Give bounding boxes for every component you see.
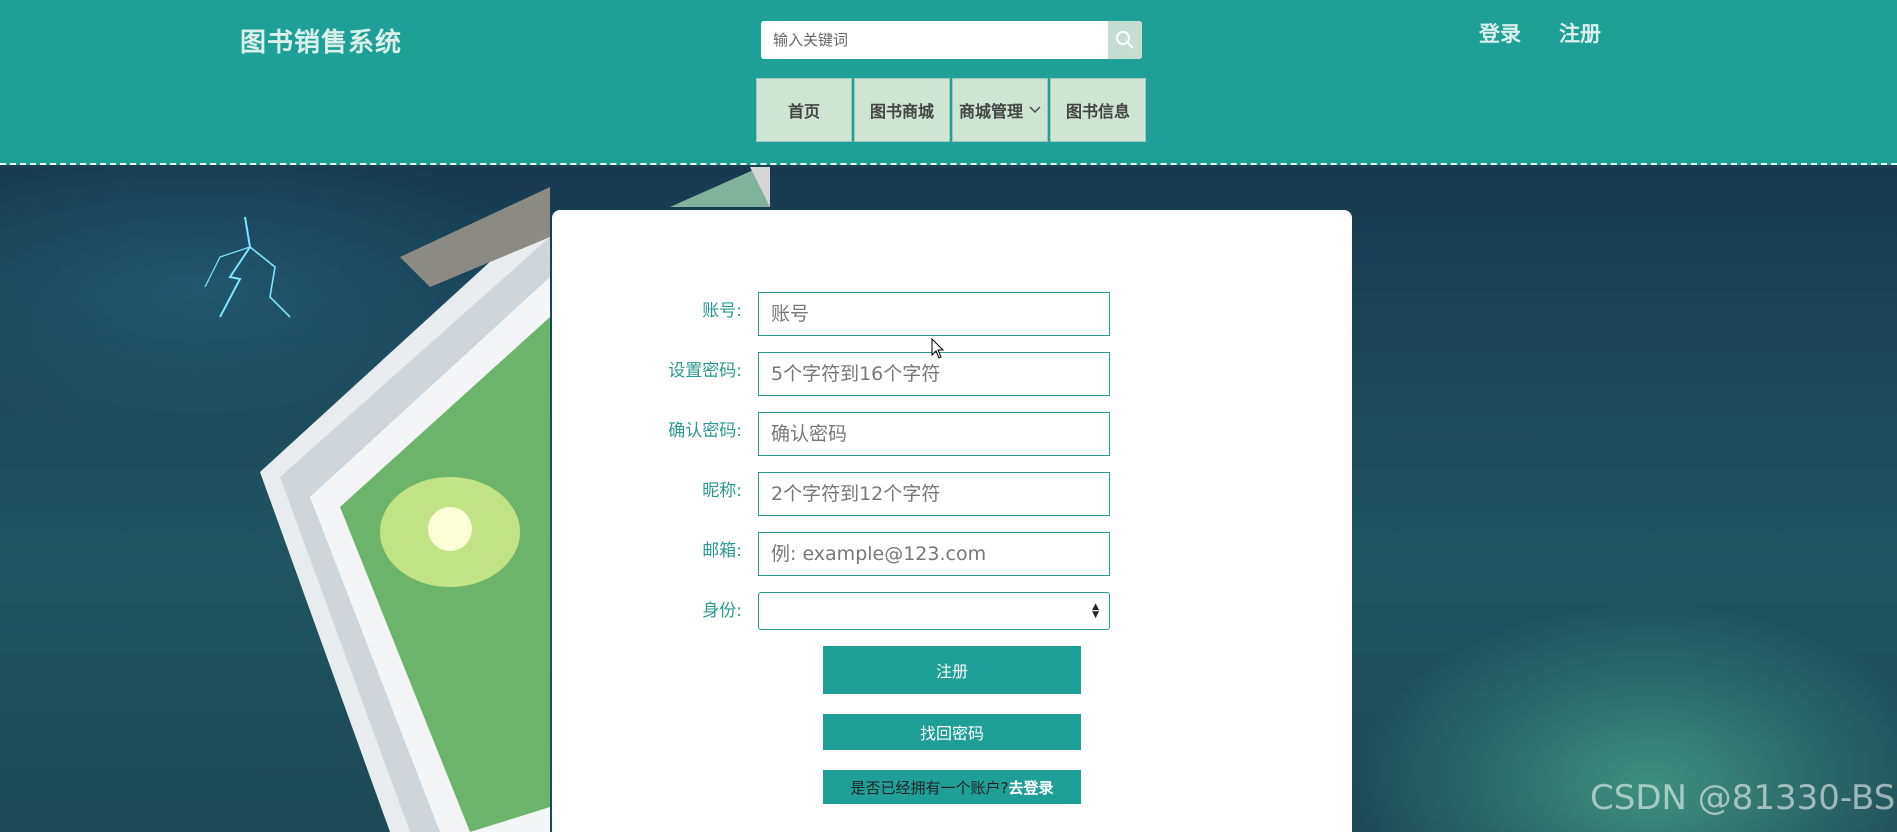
watermark: CSDN @81330-BS	[1590, 778, 1896, 818]
site-title[interactable]: 图书销售系统	[240, 22, 402, 59]
nav-book-info-label: 图书信息	[1065, 102, 1130, 121]
account-label: 账号:	[702, 301, 742, 321]
password-label: 设置密码:	[668, 361, 742, 381]
confirm-password-input[interactable]	[758, 412, 1110, 456]
role-select[interactable]: ▲ ▼	[758, 592, 1110, 630]
role-label: 身份:	[702, 601, 742, 621]
go-login-button[interactable]: 是否已经拥有一个账户? 去登录	[823, 770, 1081, 804]
go-login-link[interactable]: 去登录	[1008, 777, 1053, 798]
nav-mall-management[interactable]: 商城管理	[952, 78, 1048, 142]
nav-home-label: 首页	[787, 102, 820, 121]
select-arrows-icon: ▲ ▼	[1092, 602, 1099, 620]
search-box	[761, 21, 1142, 59]
login-link[interactable]: 登录	[1479, 18, 1521, 48]
search-input[interactable]	[761, 21, 1109, 59]
chevron-down-icon	[1029, 106, 1041, 113]
search-button[interactable]	[1108, 21, 1142, 59]
nickname-input[interactable]	[758, 472, 1110, 516]
nickname-label: 昵称:	[702, 481, 742, 501]
has-account-text: 是否已经拥有一个账户?	[850, 778, 1009, 797]
register-button[interactable]: 注册	[823, 646, 1081, 694]
nav-home[interactable]: 首页	[756, 78, 852, 142]
recover-password-button[interactable]: 找回密码	[823, 714, 1081, 750]
search-icon	[1116, 31, 1134, 49]
mouse-cursor-icon	[931, 338, 945, 359]
header: 图书销售系统 登录 注册 首页 图书商城 商城管理 图书信息	[0, 0, 1897, 165]
email-label: 邮箱:	[702, 541, 742, 561]
nav-book-mall-label: 图书商城	[869, 102, 934, 121]
nav-book-info[interactable]: 图书信息	[1050, 78, 1146, 142]
nav-mall-management-label: 商城管理	[958, 102, 1023, 121]
register-link[interactable]: 注册	[1559, 18, 1601, 48]
nav-book-mall[interactable]: 图书商城	[854, 78, 950, 142]
account-input[interactable]	[758, 292, 1110, 336]
confirm-password-label: 确认密码:	[668, 421, 742, 441]
email-input[interactable]	[758, 532, 1110, 576]
